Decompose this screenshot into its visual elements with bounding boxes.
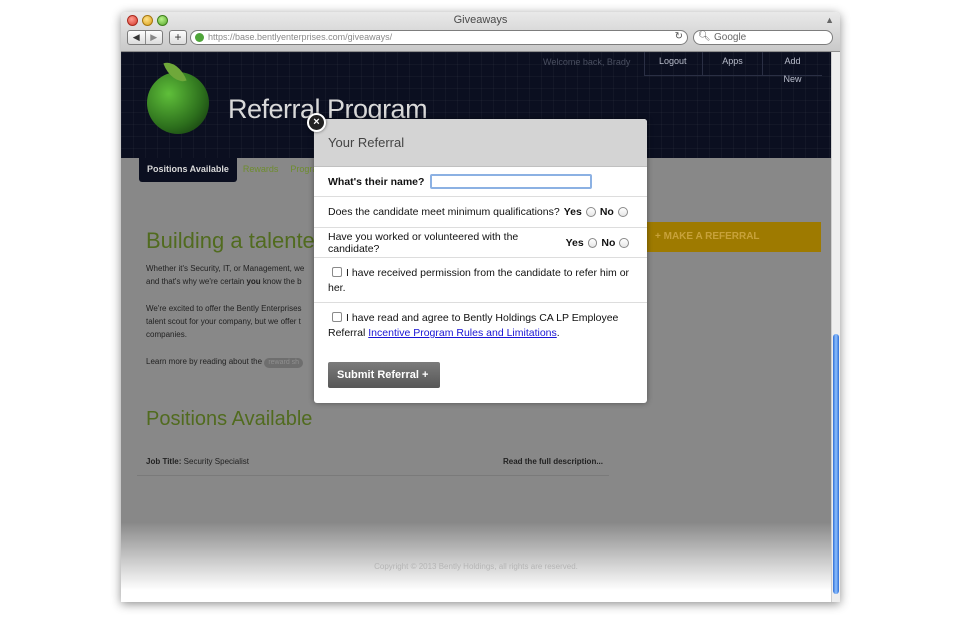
search-icon: 🔍︎ — [698, 31, 711, 42]
url-text[interactable]: https://base.bentlyenterprises.com/givea… — [208, 32, 392, 42]
main-heading: Building a talented — [146, 228, 328, 253]
referral-modal: Your Referral What's their name? Does th… — [314, 119, 647, 403]
name-row: What's their name? — [314, 167, 647, 197]
name-input[interactable] — [430, 174, 593, 189]
scrollbar[interactable] — [831, 52, 840, 602]
welcome-text: Welcome back, Brady — [543, 57, 631, 67]
reload-icon[interactable]: ↻ — [675, 31, 683, 42]
offer-line-3: companies. — [146, 330, 187, 339]
permission-row: I have received permission from the cand… — [314, 258, 647, 303]
no-label: No — [601, 236, 616, 249]
intro-line-2: and that's why we're certain you know th… — [146, 277, 302, 286]
offer-line-2: talent scout for your company, but we of… — [146, 317, 301, 326]
nav-add-new[interactable]: Add New — [762, 52, 822, 84]
address-bar[interactable]: https://base.bentlyenterprises.com/givea… — [190, 30, 688, 45]
secure-site-icon — [195, 33, 204, 42]
copyright: Copyright © 2013 Bently Holdings, all ri… — [374, 562, 578, 571]
window-title: Giveaways — [453, 14, 508, 26]
reward-sheet-link[interactable]: reward sh — [264, 358, 304, 368]
lock-icon: ▲ — [825, 15, 834, 25]
qualifications-yes-radio[interactable] — [585, 207, 596, 217]
tab-positions-available[interactable]: Positions Available — [139, 158, 237, 182]
worked-with-row: Have you worked or volunteered with the … — [314, 228, 647, 258]
permission-checkbox[interactable] — [332, 267, 342, 277]
agree-checkbox[interactable] — [332, 312, 342, 322]
nav-apps[interactable]: Apps — [702, 52, 762, 76]
globe-logo-icon — [147, 72, 209, 134]
submit-referral-button[interactable]: Submit Referral + — [328, 362, 440, 388]
browser-titlebar: Giveaways ▲ ◀ ▶ + https://base.bentlyent… — [121, 12, 840, 52]
rules-link[interactable]: Incentive Program Rules and Limitations — [368, 327, 557, 339]
name-label: What's their name? — [328, 175, 425, 188]
modal-close-button[interactable]: × — [307, 113, 326, 132]
table-row: Job Title: Security Specialist Read the … — [137, 452, 609, 476]
search-field[interactable]: 🔍︎ Google — [693, 30, 833, 45]
job-title: Job Title: Security Specialist — [146, 457, 250, 466]
sub-nav: Positions Available Rewards Program — [139, 158, 331, 182]
back-button[interactable]: ◀ — [128, 31, 145, 44]
offer-line-1: We're excited to offer the Bently Enterp… — [146, 304, 302, 313]
worked-with-yes-radio[interactable] — [587, 237, 598, 248]
nav-logout[interactable]: Logout — [644, 52, 702, 76]
worked-with-label: Have you worked or volunteered with the … — [328, 230, 519, 255]
modal-title: Your Referral — [314, 119, 647, 167]
top-nav: Logout Apps Add New — [644, 52, 822, 84]
qualifications-row: Does the candidate meet minimum qualific… — [314, 197, 647, 228]
intro-line-1: Whether it's Security, IT, or Management… — [146, 264, 305, 273]
yes-label: Yes — [565, 236, 584, 249]
no-label: No — [599, 206, 614, 218]
job-description-link[interactable]: Read the full description... — [503, 457, 603, 466]
agree-row: I have read and agree to Bently Holdings… — [314, 303, 647, 348]
tab-rewards[interactable]: Rewards — [237, 158, 285, 182]
positions-heading: Positions Available — [146, 408, 313, 430]
history-buttons: ◀ ▶ — [127, 30, 163, 45]
worked-with-no-radio[interactable] — [619, 237, 629, 248]
agree-end: . — [556, 327, 560, 339]
add-bookmark-button[interactable]: + — [169, 30, 187, 45]
search-placeholder: Google — [714, 32, 747, 43]
qualifications-no-radio[interactable] — [617, 207, 628, 217]
qualifications-label: Does the candidate meet minimum qualific… — [328, 206, 560, 218]
scroll-thumb[interactable] — [833, 334, 839, 594]
make-referral-button[interactable]: + MAKE A REFERRAL — [641, 222, 821, 252]
learn-more-line: Learn more by reading about the reward s… — [146, 355, 304, 368]
yes-label: Yes — [563, 206, 582, 218]
permission-label: I have received permission from the cand… — [328, 267, 630, 294]
forward-button[interactable]: ▶ — [144, 31, 163, 44]
